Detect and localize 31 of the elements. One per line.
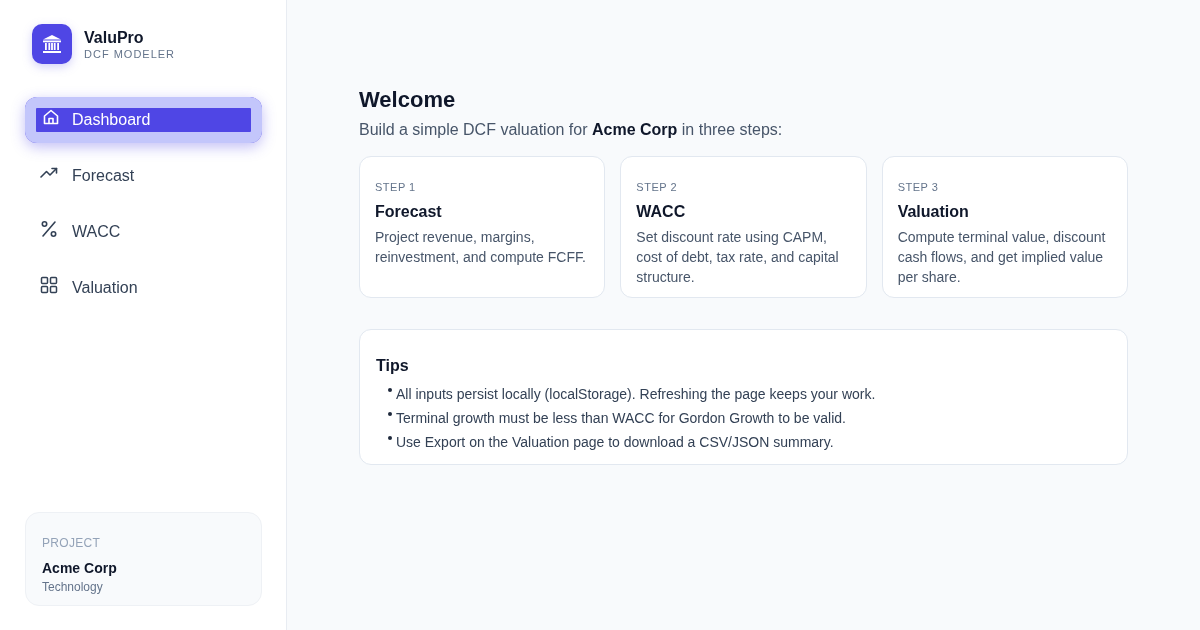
nav-item[interactable]: Valuation [25, 265, 262, 311]
bullet-dot-icon [388, 436, 392, 440]
tip-text: Terminal growth must be less than WACC for Gordon Growth to be valid. [396, 409, 846, 428]
page-title: Welcome [359, 86, 457, 114]
project-industry: Technology [42, 579, 104, 595]
page-subtitle: Build a simple DCF valuation for Acme Corp in three steps: [359, 120, 784, 140]
app-subtitle: DCF MODELER [84, 47, 176, 61]
project-heading: PROJECT [42, 535, 102, 551]
step-description: Project revenue, margins, reinvestment, and compute FCFF. [375, 228, 587, 267]
nav-item[interactable]: WACC [25, 209, 262, 255]
bullet-dot-icon [388, 412, 392, 416]
project-name: Acme Corp [42, 559, 118, 577]
grid-icon [40, 276, 58, 294]
step-title: Valuation [897, 202, 970, 222]
nav-item[interactable]: Forecast [25, 153, 262, 199]
percent-icon [40, 220, 58, 238]
step-description: Set discount rate using CAPM, cost of debt, tax rate, and capital structure. [636, 228, 840, 287]
tip-text: Use Export on the Valuation page to download a CSV/JSON summary. [396, 433, 834, 452]
bank-logo-icon [32, 24, 72, 64]
step-number: STEP 3 [897, 180, 940, 194]
nav-item[interactable]: Dashboard [25, 97, 262, 143]
step-description: Compute terminal value, discount cash flows, and get implied value per share. [897, 228, 1107, 287]
step-title: WACC [636, 202, 687, 222]
tip-text: All inputs persist locally (localStorage). Refreshing the page keeps your work. [396, 385, 876, 404]
home-icon [42, 108, 60, 126]
tips-title: Tips [376, 356, 410, 376]
step-number: STEP 2 [636, 180, 679, 194]
step-title: Forecast [375, 202, 443, 222]
step-number: STEP 1 [375, 180, 417, 194]
app-name: ValuPro [84, 29, 145, 47]
bullet-dot-icon [388, 388, 392, 392]
